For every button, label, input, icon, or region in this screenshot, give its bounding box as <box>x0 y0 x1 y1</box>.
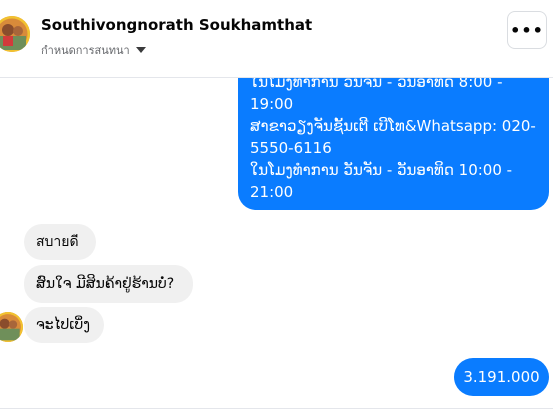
message-text: สบายดี <box>36 234 79 250</box>
message-line: 19:00 <box>250 95 294 113</box>
more-options-button[interactable]: ••• <box>507 11 547 49</box>
received-message[interactable]: ສົນໃຈ ມີສິນຄ້າຢູ່ຮ້ານບໍ່? <box>24 265 193 303</box>
sent-message-price[interactable]: 3.191.000 <box>454 358 549 396</box>
message-text: ຈະໄປເບິ່ງ <box>36 317 91 333</box>
received-message[interactable]: สบายดี <box>24 224 96 260</box>
message-line: ສາຂາວຽງຈັນຊັ້ນເຕີ ເບີໂທ&Whatsapp: 020- <box>250 117 536 135</box>
sender-avatar[interactable] <box>0 312 23 342</box>
caret-down-icon <box>135 47 146 53</box>
message-line: 21:00 <box>250 183 294 201</box>
ellipsis-icon: ••• <box>510 20 544 40</box>
conversation-settings-label: กำหนดการสนทนา <box>41 44 130 57</box>
message-line: ໃນໂມງທຳການ ວັນຈັນ - ວັນອາທິດ 10:00 - <box>250 161 513 179</box>
conversation-settings-dropdown[interactable]: กำหนดการสนทนา <box>41 41 146 59</box>
contact-name[interactable]: Southivongnorath Soukhamthat <box>41 16 312 34</box>
conversation-header: Southivongnorath Soukhamthat กำหนดการสนท… <box>0 0 553 78</box>
contact-avatar[interactable] <box>0 16 30 52</box>
divider <box>0 408 553 409</box>
message-text: ສົນໃຈ ມີສິນຄ້າຢູ່ຮ້ານບໍ່? <box>36 276 175 292</box>
message-line: 5550-6116 <box>250 139 332 157</box>
message-text: 3.191.000 <box>463 368 540 386</box>
received-message[interactable]: ຈະໄປເບິ່ງ <box>24 307 104 343</box>
